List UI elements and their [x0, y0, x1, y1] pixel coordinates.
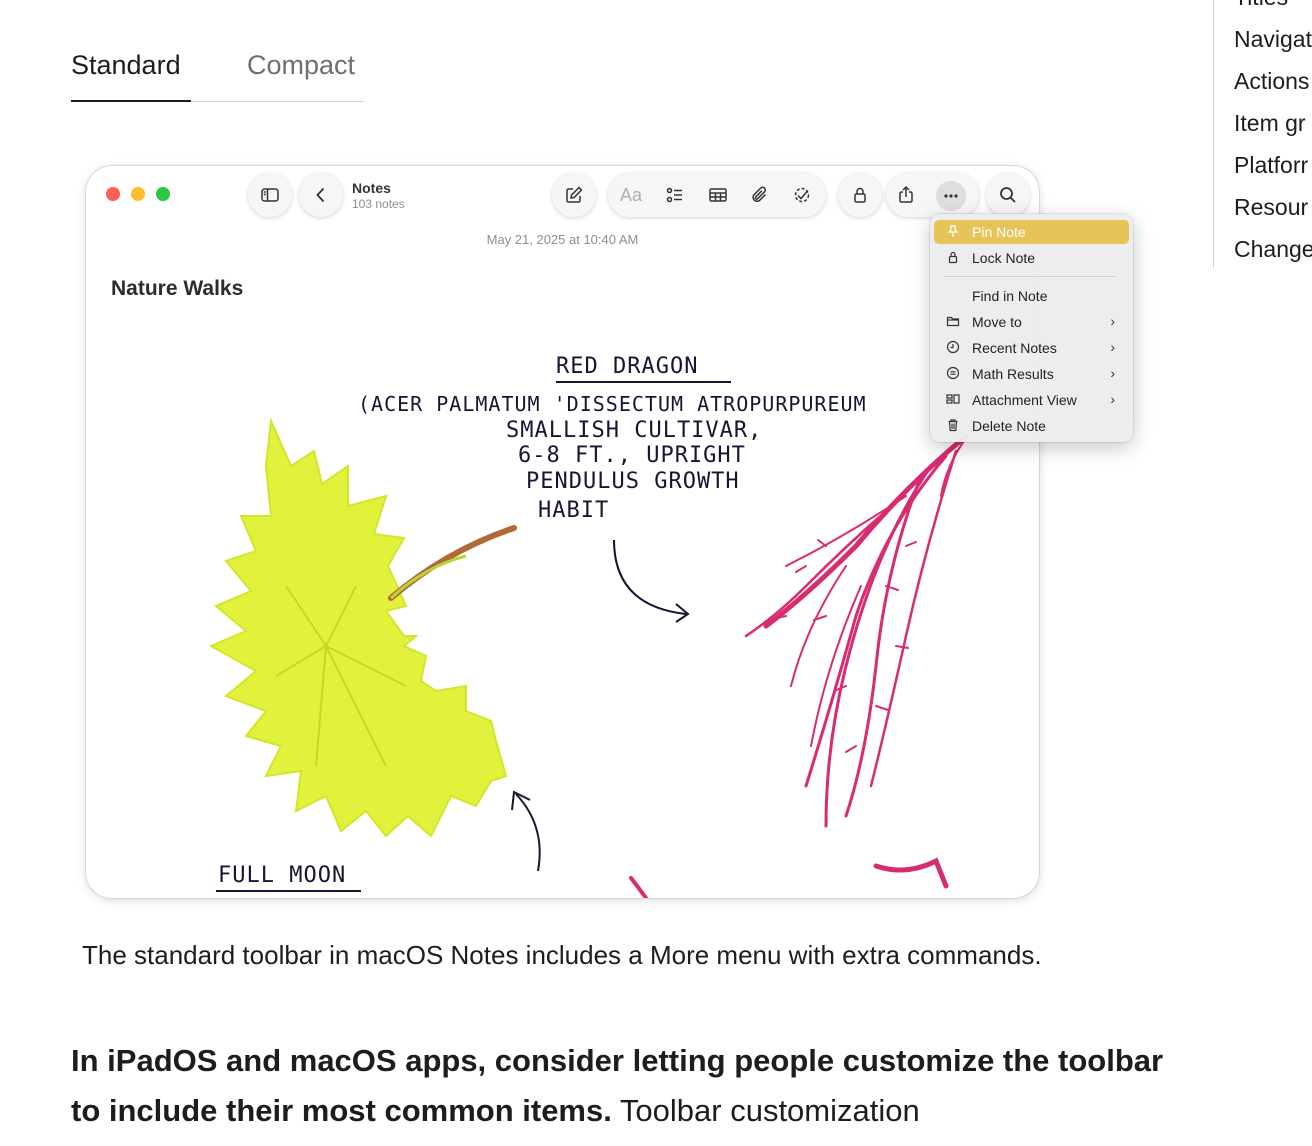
arrow-to-red-dragon: [613, 539, 687, 615]
submenu-chevron-icon: ›: [1110, 391, 1115, 407]
tab-standard[interactable]: Standard: [71, 50, 181, 81]
body-paragraph: In iPadOS and macOS apps, consider letti…: [71, 1036, 1171, 1136]
red-dragon-leaf-drawing: [629, 433, 969, 898]
yellow-maple-leaf-drawing: [208, 417, 517, 838]
menu-item-lock-note[interactable]: Lock Note: [934, 246, 1129, 270]
equals-icon: [946, 366, 960, 380]
tab-selected-indicator: [71, 100, 191, 102]
menu-item-delete-note[interactable]: Delete Note: [934, 414, 1129, 438]
clock-icon: [946, 340, 960, 354]
trash-icon: [948, 419, 958, 432]
submenu-chevron-icon: ›: [1110, 339, 1115, 355]
toc-item-navigation[interactable]: Navigat: [1234, 26, 1312, 53]
on-this-page-toc: Titles Navigat Actions Item gr Platforr …: [1213, 0, 1312, 268]
handwriting-line-3: 6-8 FT., UPRIGHT: [518, 443, 746, 468]
folder-icon: [946, 316, 960, 327]
lock-icon: [948, 251, 958, 264]
menu-item-find-in-note[interactable]: Find in Note: [934, 284, 1129, 308]
attachment-view-icon: [946, 394, 960, 404]
body-paragraph-rest: Toolbar customization: [611, 1093, 920, 1128]
toc-item-change-log[interactable]: Change: [1234, 236, 1312, 263]
toc-item-resources[interactable]: Resour: [1234, 194, 1308, 221]
toc-item-item-groups[interactable]: Item gr: [1234, 110, 1306, 137]
tab-compact[interactable]: Compact: [247, 50, 355, 81]
handwriting-full-moon: FULL MOON: [218, 863, 347, 888]
notes-window-screenshot: Notes 103 notes Aa May 21, 2025 at 10:40…: [86, 166, 1039, 898]
pin-icon: [947, 225, 959, 237]
handwriting-line-4: PENDULUS GROWTH: [526, 469, 740, 494]
menu-item-attachment-view[interactable]: Attachment View ›: [934, 388, 1129, 412]
handwriting-line-2: SMALLISH CULTIVAR,: [506, 418, 763, 443]
arrow-to-full-moon: [515, 793, 541, 872]
submenu-chevron-icon: ›: [1110, 365, 1115, 381]
more-menu: Pin Note Lock Note Find in Note Move to …: [930, 214, 1133, 442]
submenu-chevron-icon: ›: [1110, 313, 1115, 329]
menu-item-pin-note[interactable]: Pin Note: [934, 220, 1129, 244]
toc-item-actions[interactable]: Actions: [1234, 68, 1309, 95]
handwriting-line-1: (ACER PALMATUM 'DISSECTUM ATROPURPUREUM: [358, 392, 867, 416]
handwriting-line-5: HABIT: [538, 498, 610, 523]
menu-separator: [944, 276, 1116, 277]
menu-item-move-to[interactable]: Move to ›: [934, 310, 1129, 334]
view-tabs: Standard Compact: [71, 48, 364, 102]
toc-item-titles[interactable]: Titles: [1234, 0, 1288, 11]
toc-item-platform[interactable]: Platforr: [1234, 152, 1308, 179]
figure-caption: The standard toolbar in macOS Notes incl…: [82, 940, 1042, 970]
note-drawing-canvas: [208, 381, 969, 898]
menu-item-recent-notes[interactable]: Recent Notes ›: [934, 336, 1129, 360]
menu-item-math-results[interactable]: Math Results ›: [934, 362, 1129, 386]
handwriting-heading: RED DRAGON: [556, 354, 699, 379]
